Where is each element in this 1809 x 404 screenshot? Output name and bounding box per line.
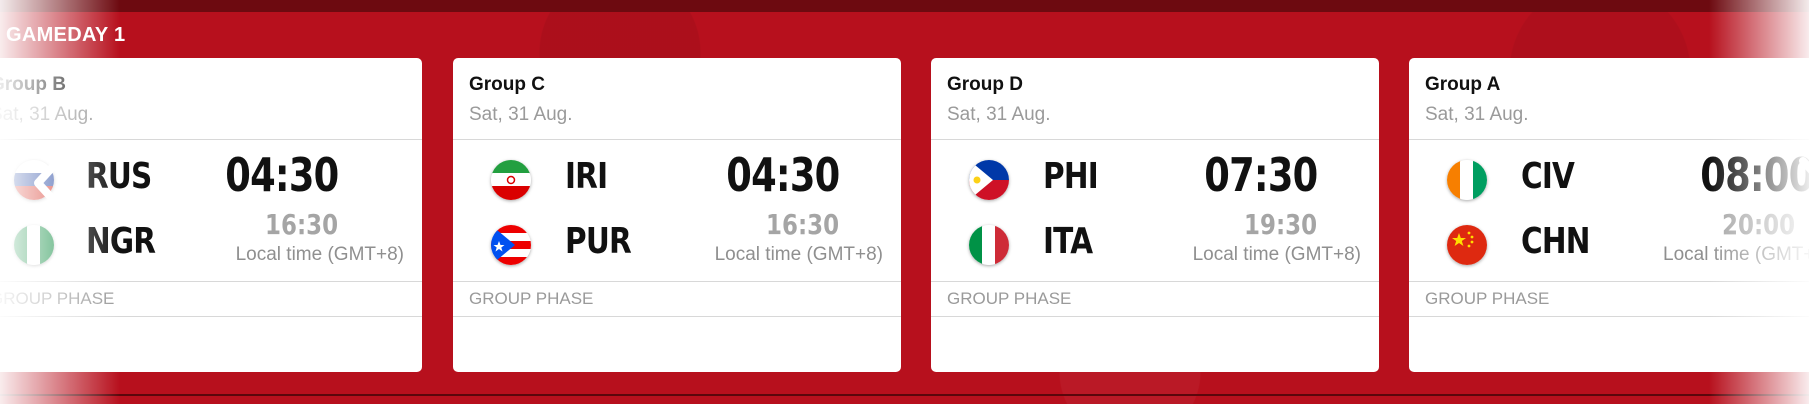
match-group: Group C	[469, 74, 545, 95]
puerto-rico-flag-icon	[491, 225, 531, 265]
divider	[1409, 316, 1809, 317]
match-date: Sat, 31 Aug.	[469, 104, 573, 125]
divider	[931, 316, 1379, 317]
italy-flag-icon	[969, 225, 1009, 265]
chevron-right-icon	[1799, 157, 1809, 209]
divider	[0, 139, 422, 140]
local-time-caption: Local time (GMT+8)	[235, 244, 404, 265]
home-team-code: CIV	[1521, 156, 1575, 197]
match-card[interactable]: Group A Sat, 31 Aug. CIV CHN 08:00 20:00…	[1409, 58, 1809, 372]
chevron-left-icon	[34, 157, 62, 209]
divider	[0, 316, 422, 317]
nigeria-flag-icon	[14, 225, 54, 265]
iran-flag-icon	[491, 160, 531, 200]
top-bar	[0, 0, 1809, 12]
home-team-code: PHI	[1043, 156, 1099, 197]
match-phase: GROUP PHASE	[469, 289, 594, 308]
match-time: 04:30	[224, 148, 339, 202]
divider	[453, 139, 901, 140]
bottom-divider	[0, 394, 1809, 396]
local-time: 19:30	[1243, 208, 1317, 241]
divider	[453, 316, 901, 317]
local-time-caption: Local time (GMT+8)	[1192, 244, 1361, 265]
match-group: Group A	[1425, 74, 1501, 95]
local-time: 16:30	[765, 208, 839, 241]
away-team-code: NGR	[86, 221, 156, 262]
match-phase: GROUP PHASE	[947, 289, 1072, 308]
match-time: 07:30	[1203, 148, 1318, 202]
match-group: Group B	[0, 74, 66, 95]
local-time: 20:00	[1721, 208, 1795, 241]
match-time: 04:30	[725, 148, 840, 202]
home-team-code: IRI	[565, 156, 608, 197]
match-card[interactable]: Group B Sat, 31 Aug. RUS NGR 04:30 16:30…	[0, 58, 422, 372]
home-team-code: RUS	[86, 156, 152, 197]
match-phase: GROUP PHASE	[1425, 289, 1550, 308]
divider	[931, 139, 1379, 140]
match-date: Sat, 31 Aug.	[947, 104, 1051, 125]
match-phase: GROUP PHASE	[0, 289, 115, 308]
match-date: Sat, 31 Aug.	[0, 104, 94, 125]
match-group: Group D	[947, 74, 1023, 95]
local-time-caption: Local time (GMT+8)	[714, 244, 883, 265]
divider	[0, 281, 422, 282]
away-team-code: ITA	[1043, 221, 1093, 262]
divider	[1409, 281, 1809, 282]
divider	[931, 281, 1379, 282]
away-team-code: PUR	[565, 221, 632, 262]
ivory-coast-flag-icon	[1447, 160, 1487, 200]
local-time-caption: Local time (GMT+8)	[1663, 244, 1809, 265]
carousel-next-button[interactable]	[1793, 153, 1809, 213]
carousel-prev-button[interactable]	[28, 153, 68, 213]
philippines-flag-icon	[969, 160, 1009, 200]
divider	[1409, 139, 1809, 140]
match-card[interactable]: Group D Sat, 31 Aug. PHI ITA 07:30 19:30…	[931, 58, 1379, 372]
china-flag-icon	[1447, 225, 1487, 265]
divider	[453, 281, 901, 282]
match-date: Sat, 31 Aug.	[1425, 104, 1529, 125]
match-card[interactable]: Group C Sat, 31 Aug. IRI PUR 04:30 16:30…	[453, 58, 901, 372]
local-time: 16:30	[264, 208, 338, 241]
away-team-code: CHN	[1521, 221, 1590, 262]
section-title: GAMEDAY 1	[6, 24, 126, 46]
